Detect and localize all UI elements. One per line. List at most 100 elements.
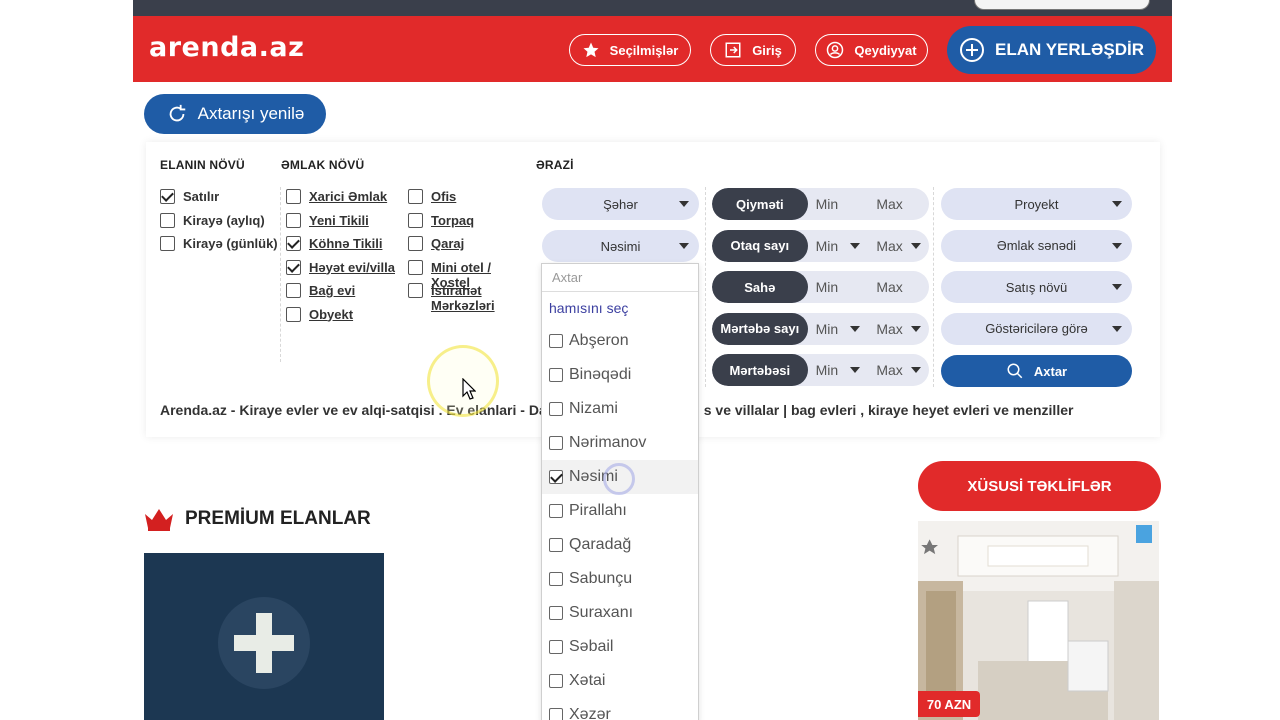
district-option[interactable]: Abşeron	[542, 324, 698, 358]
checkbox[interactable]	[408, 283, 423, 298]
district-option[interactable]: Nizami	[542, 392, 698, 426]
checkbox[interactable]	[549, 606, 563, 620]
checkbox[interactable]	[408, 236, 423, 251]
filter-checkbox[interactable]: Xarici Əmlak	[286, 189, 387, 204]
checkbox[interactable]	[549, 436, 563, 450]
filter-checkbox[interactable]: İstirahət Mərkəzləri	[408, 283, 518, 313]
top-search-pill[interactable]	[974, 0, 1150, 10]
checkbox-label: Yeni Tikili	[309, 212, 369, 228]
district-option[interactable]: Pirallahı	[542, 494, 698, 528]
plus-icon	[218, 597, 310, 689]
district-option-label: Suraxanı	[569, 604, 634, 621]
checkbox[interactable]	[286, 259, 301, 275]
extra-select-value: Əmlak sənədi	[996, 238, 1077, 253]
filter-checkbox[interactable]: Torpaq	[408, 212, 518, 228]
checkbox[interactable]	[549, 538, 563, 552]
district-option[interactable]: Binəqədi	[542, 358, 698, 392]
district-option[interactable]: Suraxanı	[542, 596, 698, 630]
login-label: Giriş	[752, 42, 782, 58]
range-filter: Otaq sayı Min Max	[712, 229, 929, 262]
favorites-button[interactable]: Seçilmişlər	[569, 34, 691, 66]
site-logo[interactable]: arenda.az	[149, 32, 304, 63]
register-button[interactable]: Qeydiyyat	[815, 34, 928, 66]
district-select-value: Nəsimi	[600, 238, 641, 254]
district-option[interactable]: Nərimanov	[542, 426, 698, 460]
checkbox[interactable]	[408, 189, 423, 204]
offer-card[interactable]: 70 AZN	[918, 521, 1159, 720]
checkbox[interactable]	[286, 236, 301, 251]
filter-checkbox[interactable]: Həyət evi/villa	[286, 259, 395, 275]
filter-checkbox[interactable]: Köhnə Tikili	[286, 236, 382, 251]
premium-add-card[interactable]	[144, 553, 384, 720]
checkbox[interactable]	[549, 640, 563, 654]
filter-checkbox[interactable]: Kirayə (günlük)	[160, 236, 278, 251]
district-search-input[interactable]: Axtar	[542, 264, 698, 292]
checkbox[interactable]	[549, 334, 563, 348]
checkbox[interactable]	[160, 212, 175, 228]
filter-checkbox[interactable]: Satılır	[160, 189, 219, 204]
range-min-input[interactable]: Min	[808, 230, 869, 262]
district-option[interactable]: Xəzər	[542, 698, 698, 720]
range-min-input[interactable]: Min	[808, 188, 869, 220]
checkbox[interactable]	[286, 189, 301, 204]
extra-select[interactable]: Proyekt	[941, 188, 1132, 220]
post-ad-label: ELAN YERLƏŞDİR	[995, 40, 1144, 59]
checkbox[interactable]	[160, 236, 175, 251]
range-max-input[interactable]: Max	[868, 271, 929, 303]
checkbox[interactable]	[408, 259, 423, 275]
checkbox[interactable]	[286, 306, 301, 322]
refresh-icon	[169, 104, 185, 122]
post-ad-button[interactable]: ELAN YERLƏŞDİR	[947, 26, 1156, 74]
search-button[interactable]: Axtar	[941, 355, 1132, 387]
range-min-input[interactable]: Min	[808, 313, 869, 345]
refresh-search-button[interactable]: Axtarışı yenilə	[144, 94, 326, 134]
area-title: ƏRAZİ	[536, 158, 574, 172]
login-button[interactable]: Giriş	[710, 34, 796, 66]
filter-checkbox[interactable]: Yeni Tikili	[286, 212, 369, 228]
district-option[interactable]: Səbail	[542, 630, 698, 664]
filter-checkbox[interactable]: Kirayə (aylıq)	[160, 212, 265, 228]
range-max-input[interactable]: Max	[868, 313, 929, 345]
filter-checkbox[interactable]: Bağ evi	[286, 283, 355, 298]
special-offers-button[interactable]: XÜSUSİ TƏKLİFLƏR	[918, 461, 1161, 511]
checkbox[interactable]	[549, 674, 563, 688]
district-option[interactable]: Xətai	[542, 664, 698, 698]
range-max-input[interactable]: Max	[868, 188, 929, 220]
range-max-input[interactable]: Max	[868, 354, 929, 386]
range-min-placeholder: Min	[815, 196, 839, 212]
district-select[interactable]: Nəsimi	[542, 230, 699, 262]
select-all-link[interactable]: hamısını seç	[542, 292, 698, 324]
filter-checkbox[interactable]: Obyekt	[286, 306, 353, 322]
range-min-input[interactable]: Min	[808, 354, 869, 386]
range-filter: Qiyməti Min Max	[712, 188, 929, 220]
checkbox[interactable]	[549, 368, 563, 382]
premium-section-title: PREMİUM ELANLAR	[143, 506, 371, 532]
district-options: Abşeron Binəqədi Nizami Nərimanov Nəsimi Pira…	[542, 324, 698, 720]
district-option[interactable]: Sabunçu	[542, 562, 698, 596]
checkbox[interactable]	[286, 283, 301, 298]
district-option[interactable]: Qaradağ	[542, 528, 698, 562]
filter-checkbox[interactable]: Qaraj	[408, 236, 518, 251]
city-select[interactable]: Şəhər	[542, 188, 699, 220]
extra-select[interactable]: Əmlak sənədi	[941, 229, 1132, 262]
checkbox[interactable]	[286, 212, 301, 228]
range-max-placeholder: Max	[876, 237, 903, 254]
filter-checkbox[interactable]: Ofis	[408, 189, 518, 204]
chevron-down-icon	[1112, 325, 1122, 332]
extra-select[interactable]: Göstəricilərə görə	[941, 312, 1132, 345]
checkbox[interactable]	[549, 504, 563, 518]
checkbox[interactable]	[408, 212, 423, 228]
checkbox[interactable]	[160, 189, 175, 204]
range-max-input[interactable]: Max	[868, 230, 929, 262]
checkbox[interactable]	[549, 470, 563, 484]
checkbox[interactable]	[549, 572, 563, 586]
search-button-label: Axtar	[1033, 363, 1068, 379]
checkbox[interactable]	[549, 708, 563, 720]
range-min-input[interactable]: Min	[808, 271, 869, 303]
extra-select[interactable]: Satış növü	[941, 271, 1132, 303]
range-filter: Sahə Min Max	[712, 271, 929, 303]
range-min-placeholder: Min	[815, 320, 839, 337]
checkbox[interactable]	[549, 402, 563, 416]
special-offers-label: XÜSUSİ TƏKLİFLƏR	[967, 477, 1112, 495]
refresh-search-label: Axtarışı yenilə	[197, 104, 305, 123]
